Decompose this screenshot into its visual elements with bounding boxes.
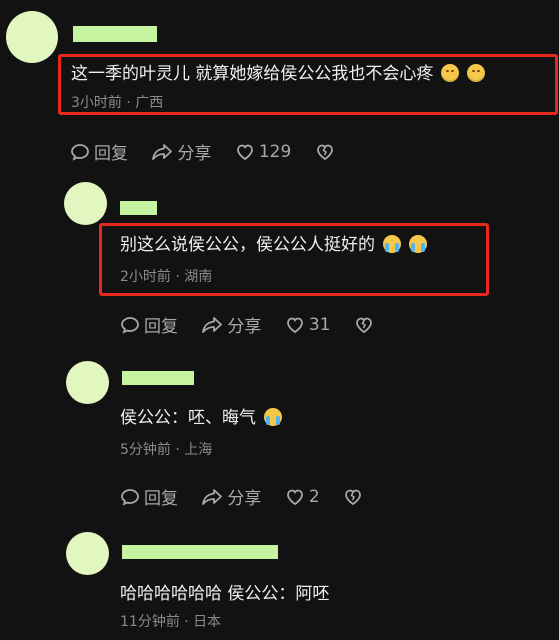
share-label: 分享 <box>227 317 262 337</box>
comment-text-content: 哈哈哈哈哈哈 侯公公：阿呸 <box>120 584 330 604</box>
heart-icon <box>286 489 303 505</box>
reply-icon <box>71 143 89 161</box>
like-button[interactable]: 129 <box>235 142 291 162</box>
comment-actions: 回复 分享 31 <box>120 312 396 340</box>
username-redacted[interactable] <box>122 371 194 385</box>
reply-button[interactable]: 回复 <box>120 484 178 509</box>
comment-meta: 5分钟前 · 上海 <box>120 442 213 458</box>
crying-emoji-icon <box>383 235 401 253</box>
comment-meta: 2小时前 · 湖南 <box>120 269 213 285</box>
comment-meta: 11分钟前 · 日本 <box>120 614 222 630</box>
like-count: 129 <box>258 141 292 162</box>
reply-button[interactable]: 回复 <box>120 312 178 337</box>
reply-label: 回复 <box>144 317 178 337</box>
like-button[interactable]: 2 <box>285 487 320 507</box>
avatar[interactable] <box>6 11 58 63</box>
comment-actions: 回复 分享 129 <box>70 139 357 167</box>
share-label: 分享 <box>227 489 262 509</box>
reply-icon <box>121 316 139 334</box>
reply-label: 回复 <box>144 489 178 509</box>
reply-button[interactable]: 回复 <box>70 139 128 164</box>
like-button[interactable]: 31 <box>285 314 331 335</box>
heart-icon <box>236 144 253 160</box>
like-count: 2 <box>308 486 320 507</box>
broken-heart-icon <box>355 317 372 333</box>
dislike-button[interactable] <box>315 142 339 162</box>
username-redacted[interactable] <box>73 26 157 42</box>
comment-text-content: 这一季的叶灵儿 就算她嫁给侯公公我也不会心疼 <box>71 64 434 84</box>
comment-meta: 3小时前 · 广西 <box>71 95 164 111</box>
username-redacted[interactable] <box>122 545 278 559</box>
reply-icon <box>121 488 139 506</box>
crying-emoji-icon <box>409 235 427 253</box>
share-button[interactable]: 分享 <box>201 312 261 337</box>
comment-actions: 回复 分享 2 <box>120 484 385 512</box>
share-button[interactable]: 分享 <box>151 139 211 164</box>
broken-heart-icon <box>345 489 361 505</box>
share-icon <box>202 316 223 333</box>
comment-text: 侯公公：呸、晦气 <box>120 407 282 429</box>
share-label: 分享 <box>177 144 212 164</box>
comment-text-content: 别这么说侯公公，侯公公人挺好的 <box>120 235 375 255</box>
dislike-button[interactable] <box>354 315 378 335</box>
smile-emoji-icon <box>441 64 460 82</box>
comment-text-content: 侯公公：呸、晦气 <box>120 408 256 428</box>
share-icon <box>202 488 223 505</box>
heart-icon <box>286 317 303 333</box>
avatar[interactable] <box>66 361 109 404</box>
avatar[interactable] <box>66 532 109 575</box>
like-count: 31 <box>308 314 331 335</box>
reply-label: 回复 <box>94 144 128 164</box>
broken-heart-icon <box>316 144 333 160</box>
comment-text: 哈哈哈哈哈哈 侯公公：阿呸 <box>120 583 329 605</box>
comment-text: 别这么说侯公公，侯公公人挺好的 <box>120 234 427 256</box>
username-redacted[interactable] <box>120 201 157 215</box>
share-button[interactable]: 分享 <box>201 484 261 509</box>
share-icon <box>152 143 173 160</box>
smile-emoji-icon <box>467 64 486 82</box>
dislike-button[interactable] <box>343 487 367 507</box>
avatar[interactable] <box>64 182 107 225</box>
crying-emoji-icon <box>264 408 282 426</box>
comment-text: 这一季的叶灵儿 就算她嫁给侯公公我也不会心疼 <box>71 63 486 85</box>
